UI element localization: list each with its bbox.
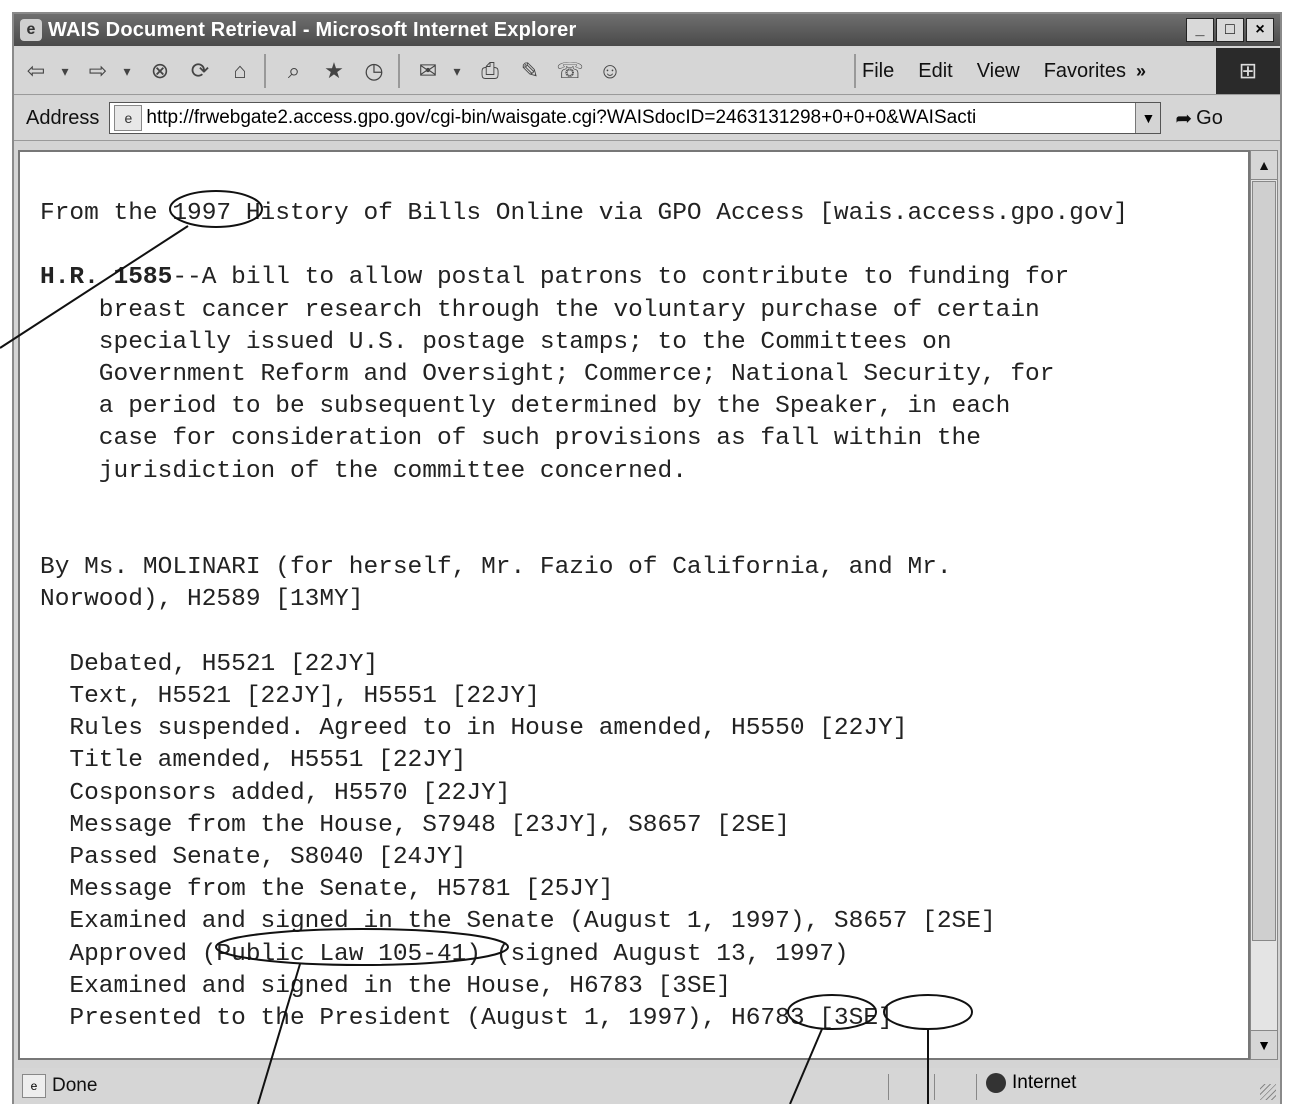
action-line: Examined and signed in the Senate (Augus… (69, 908, 996, 936)
messenger-icon[interactable]: ☺ (592, 54, 628, 88)
security-zone: Internet (986, 1072, 1076, 1094)
status-divider (934, 1074, 935, 1100)
favorites-icon[interactable]: ★ (316, 54, 352, 88)
title-bar: e WAIS Document Retrieval - Microsoft In… (14, 14, 1280, 46)
scroll-thumb[interactable] (1252, 181, 1276, 941)
menu-separator (854, 54, 856, 88)
vertical-scrollbar[interactable]: ▲ ▼ (1250, 150, 1278, 1060)
address-input[interactable]: e http://frwebgate2.access.gpo.gov/cgi-b… (109, 102, 1162, 134)
page-icon: e (114, 105, 143, 131)
address-bar: Address e http://frwebgate2.access.gpo.g… (14, 96, 1280, 141)
stop-icon[interactable]: ⊗ (142, 54, 178, 88)
source-line: From the 1997 History of Bills Online vi… (40, 200, 1128, 227)
action-line: Cosponsors added, H5570 [22JY] (69, 779, 511, 807)
status-divider (976, 1074, 977, 1100)
address-url[interactable]: http://frwebgate2.access.gpo.gov/cgi-bin… (146, 107, 1136, 129)
history-icon[interactable]: ◷ (356, 54, 392, 88)
refresh-icon[interactable]: ⟳ (182, 54, 218, 88)
action-line: Title amended, H5551 [22JY] (69, 747, 467, 775)
scroll-down-icon[interactable]: ▼ (1251, 1030, 1277, 1059)
menu-favorites[interactable]: Favorites (1044, 60, 1126, 83)
window-title: WAIS Document Retrieval - Microsoft Inte… (48, 18, 577, 41)
go-label: Go (1196, 106, 1223, 129)
back-icon[interactable]: ⇦ (18, 54, 54, 88)
browser-window: e WAIS Document Retrieval - Microsoft In… (12, 12, 1282, 1104)
action-line: Presented to the President (August 1, 19… (69, 1005, 893, 1033)
window-controls: _ □ × (1186, 18, 1274, 42)
forward-icon[interactable]: ⇨ (80, 54, 116, 88)
mail-dropdown-icon[interactable]: ▾ (446, 54, 468, 88)
toolbar-separator (398, 54, 400, 88)
maximize-button[interactable]: □ (1216, 18, 1244, 42)
page-content: From the 1997 History of Bills Online vi… (18, 150, 1250, 1060)
mail-icon[interactable]: ✉ (410, 54, 446, 88)
forward-dropdown-icon[interactable]: ▾ (116, 54, 138, 88)
menu-view[interactable]: View (977, 60, 1020, 83)
minimize-button[interactable]: _ (1186, 18, 1214, 42)
menu-bar: File Edit View Favorites » (848, 48, 1146, 94)
print-icon[interactable]: ⎙ (472, 54, 508, 88)
action-line: Rules suspended. Agreed to in House amen… (69, 715, 908, 743)
address-dropdown-icon[interactable]: ▼ (1135, 103, 1161, 133)
windows-logo-icon: ⊞ (1216, 48, 1280, 94)
action-line: Message from the Senate, H5781 [25JY] (69, 876, 614, 904)
globe-icon (986, 1073, 1006, 1093)
action-line: Passed Senate, S8040 [24JY] (69, 844, 467, 872)
action-line: Approved (Public Law 105-41) (signed Aug… (69, 940, 849, 968)
menu-overflow-chevron[interactable]: » (1136, 61, 1146, 82)
ie-app-icon: e (20, 19, 42, 41)
status-text: Done (52, 1075, 98, 1096)
zone-label: Internet (1012, 1072, 1077, 1093)
search-icon[interactable]: ⌕ (276, 54, 312, 88)
home-icon[interactable]: ⌂ (222, 54, 258, 88)
scroll-up-icon[interactable]: ▲ (1251, 151, 1277, 180)
go-button[interactable]: ➦ Go (1175, 106, 1222, 131)
bill-description: --A bill to allow postal patrons to cont… (98, 264, 1070, 485)
go-arrow-icon: ➦ (1175, 107, 1193, 130)
action-line: Message from the House, S7948 [23JY], S8… (69, 811, 790, 839)
status-bar: e Done Internet (14, 1068, 1280, 1104)
edit-icon[interactable]: ✎ (512, 54, 548, 88)
status-divider (888, 1074, 889, 1100)
action-line: Debated, H5521 [22JY] (69, 650, 379, 678)
document-text: From the 1997 History of Bills Online vi… (20, 152, 1248, 1035)
address-label: Address (26, 106, 100, 129)
action-line: Text, H5521 [22JY], H5551 [22JY] (69, 683, 540, 711)
back-dropdown-icon[interactable]: ▾ (54, 54, 76, 88)
standard-toolbar: ⇦ ▾ ⇨ ▾ ⊗ ⟳ ⌂ ⌕ ★ ◷ ✉ ▾ ⎙ ✎ ☏ ☺ File Edi… (14, 48, 1280, 95)
toolbar-separator (264, 54, 266, 88)
discuss-icon[interactable]: ☏ (552, 54, 588, 88)
menu-file[interactable]: File (862, 60, 894, 83)
sponsor-line: By Ms. MOLINARI (for herself, Mr. Fazio … (40, 554, 952, 614)
page-status-icon: e (22, 1074, 46, 1098)
close-button[interactable]: × (1246, 18, 1274, 42)
menu-edit[interactable]: Edit (918, 60, 952, 83)
bill-number: H.R. 1585 (40, 264, 173, 292)
resize-grip-icon[interactable] (1260, 1084, 1276, 1100)
action-line: Examined and signed in the House, H6783 … (69, 972, 732, 1000)
